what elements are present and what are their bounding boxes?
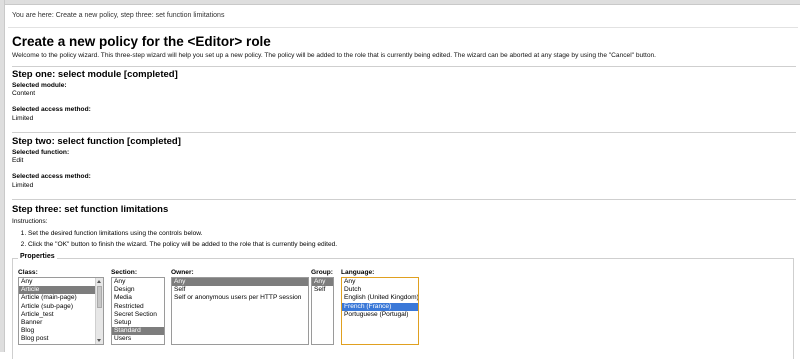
step-two-title: Step two: select function [completed] <box>12 136 181 147</box>
language-option[interactable]: Portuguese (Portugal) <box>342 311 418 319</box>
section-option[interactable]: Users <box>112 335 164 343</box>
step-two-access-value: Limited <box>12 182 34 189</box>
instructions-label: Instructions: <box>12 218 48 225</box>
section-option[interactable]: Secret Section <box>112 311 164 319</box>
section-label: Section: <box>111 269 138 276</box>
selected-module-label: Selected module: <box>12 82 67 89</box>
language-option[interactable]: Dutch <box>342 286 418 294</box>
page-title: Create a new policy for the <Editor> rol… <box>12 34 271 49</box>
language-listbox[interactable]: Any Dutch English (United Kingdom) Frenc… <box>341 277 419 345</box>
language-option[interactable]: Any <box>342 278 418 286</box>
section-option[interactable]: Setup <box>112 319 164 327</box>
class-listbox[interactable]: Any Article Article (main-page) Article … <box>18 277 104 345</box>
class-option[interactable]: Article (main-page) <box>19 294 95 302</box>
selected-module-value: Content <box>12 90 36 97</box>
section-listbox[interactable]: Any Design Media Restricted Secret Secti… <box>111 277 165 345</box>
language-option[interactable]: English (United Kingdom) <box>342 294 418 302</box>
section-option-selected[interactable]: Standard <box>112 327 164 336</box>
selected-function-label: Selected function: <box>12 149 70 156</box>
owner-option[interactable]: Self <box>172 286 308 294</box>
divider <box>12 199 796 200</box>
class-option[interactable]: Any <box>19 278 95 286</box>
scroll-thumb[interactable] <box>97 286 102 308</box>
group-option[interactable]: Self <box>312 286 333 294</box>
properties-legend: Properties <box>18 253 57 260</box>
class-option[interactable]: Blog post <box>19 335 95 343</box>
class-label: Class: <box>18 269 38 276</box>
owner-option[interactable]: Self or anonymous users per HTTP session <box>172 294 308 302</box>
owner-listbox[interactable]: Any Self Self or anonymous users per HTT… <box>171 277 309 345</box>
group-label: Group: <box>311 269 333 276</box>
scroll-down-icon[interactable] <box>97 339 101 342</box>
section-option[interactable]: Restricted <box>112 303 164 311</box>
section-option[interactable]: Design <box>112 286 164 294</box>
owner-option-selected[interactable]: Any <box>172 278 308 287</box>
scroll-up-icon[interactable] <box>97 280 101 283</box>
class-option[interactable]: Banner <box>19 319 95 327</box>
step-one-access-value: Limited <box>12 115 34 122</box>
section-option[interactable]: Media <box>112 294 164 302</box>
breadcrumb: You are here: Create a new policy, step … <box>12 12 225 19</box>
section-option[interactable]: Any <box>112 278 164 286</box>
divider <box>12 132 796 133</box>
class-option[interactable]: Blog <box>19 327 95 335</box>
instruction-item: Click the "OK" button to finish the wiza… <box>28 239 337 250</box>
class-option-selected[interactable]: Article <box>19 286 95 295</box>
step-two-access-label: Selected access method: <box>12 173 91 180</box>
window-top-border <box>0 0 800 5</box>
class-option[interactable]: Article_test <box>19 311 95 319</box>
intro-text: Welcome to the policy wizard. This three… <box>12 52 657 59</box>
selected-function-value: Edit <box>12 157 24 164</box>
step-one-title: Step one: select module [completed] <box>12 69 178 80</box>
class-option[interactable]: Article (sub-page) <box>19 303 95 311</box>
step-one-access-label: Selected access method: <box>12 106 91 113</box>
window-left-border <box>0 0 5 352</box>
language-label: Language: <box>341 269 375 276</box>
group-option-selected[interactable]: Any <box>312 278 333 287</box>
group-listbox[interactable]: Any Self <box>311 277 334 345</box>
instructions-list: Set the desired function limitations usi… <box>12 228 337 250</box>
divider <box>12 66 796 67</box>
step-three-title: Step three: set function limitations <box>12 204 169 215</box>
instruction-item: Set the desired function limitations usi… <box>28 228 337 239</box>
owner-label: Owner: <box>171 269 194 276</box>
language-option-selected[interactable]: French (France) <box>342 302 418 311</box>
class-scrollbar[interactable] <box>95 278 103 344</box>
